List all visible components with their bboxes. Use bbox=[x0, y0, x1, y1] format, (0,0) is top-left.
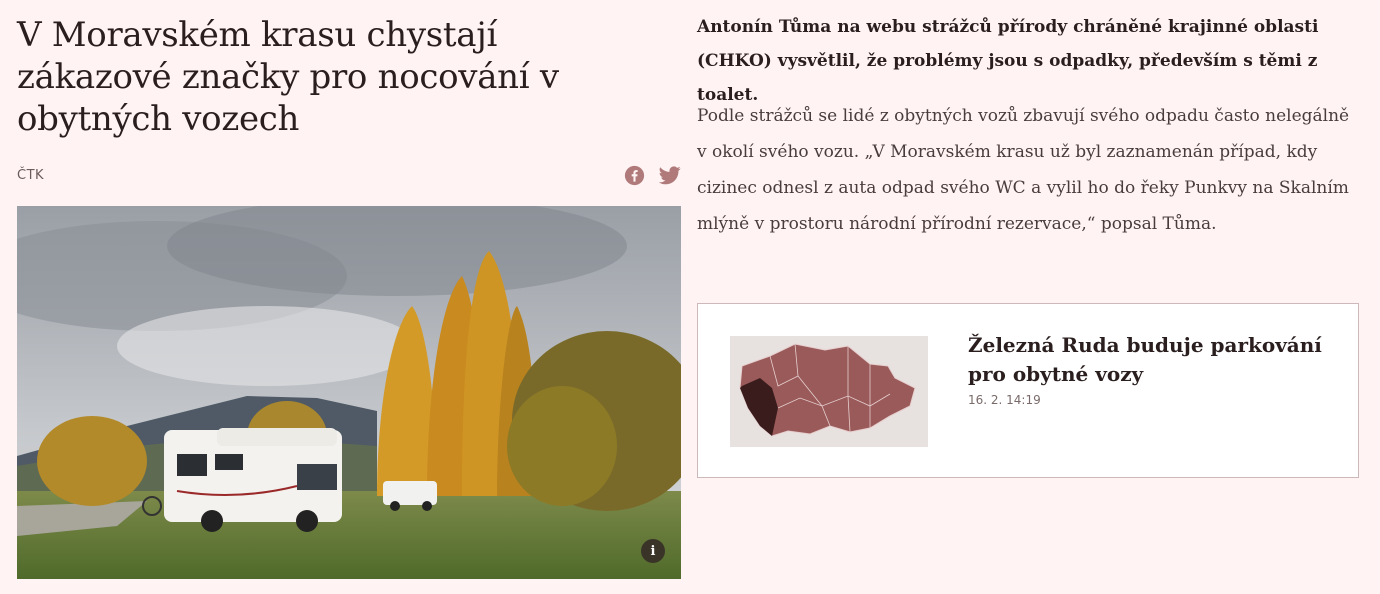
article-lead: Antonín Tůma na webu strážců přírody chr… bbox=[697, 17, 1319, 105]
related-article-date: 16. 2. 14:19 bbox=[968, 393, 1041, 407]
article-paragraph: Podle strážců se lidé z obytných vozů zb… bbox=[697, 106, 1350, 234]
twitter-icon bbox=[659, 165, 681, 184]
czech-map-image bbox=[730, 336, 928, 447]
related-article-card[interactable]: Železná Ruda buduje parkování pro obytné… bbox=[697, 303, 1359, 478]
article-headline: V Moravském krasu chystají zákazové znač… bbox=[17, 15, 559, 139]
photo-info-button[interactable]: i bbox=[641, 539, 665, 563]
related-article-thumbnail bbox=[730, 336, 928, 447]
facebook-icon bbox=[624, 165, 644, 185]
article-source: ČTK bbox=[17, 168, 45, 183]
twitter-share-button[interactable] bbox=[659, 164, 681, 186]
facebook-share-button[interactable] bbox=[623, 164, 645, 186]
related-article-title[interactable]: Železná Ruda buduje parkování pro obytné… bbox=[968, 331, 1338, 389]
share-buttons bbox=[623, 164, 681, 186]
article-photo: i bbox=[17, 206, 681, 579]
campervan-landscape-image bbox=[17, 206, 681, 579]
